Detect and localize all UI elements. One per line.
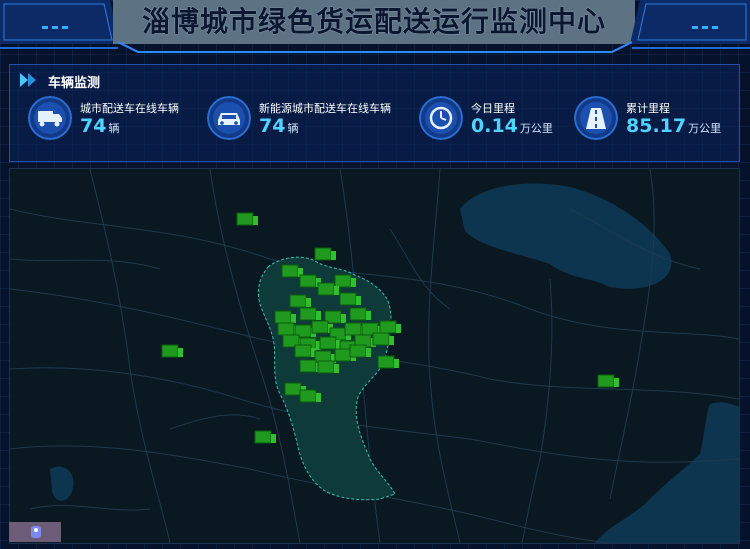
sea-area-south <box>595 402 739 543</box>
stat-value: 85.17 万公里 <box>626 115 722 137</box>
stat-value: 0.14 万公里 <box>471 115 553 137</box>
truck-marker[interactable] <box>379 320 401 334</box>
panel-title-arrow-icon <box>20 73 36 87</box>
truck-marker[interactable] <box>161 344 183 358</box>
stat-value: 74 辆 <box>259 115 299 137</box>
truck-marker[interactable] <box>372 332 394 346</box>
truck-marker[interactable] <box>597 374 619 388</box>
lake <box>50 466 74 501</box>
truck-marker[interactable] <box>314 247 336 261</box>
sea-area-north <box>460 183 672 289</box>
page-title: 淄博城市绿色货运配送运行监测中心 <box>141 5 606 38</box>
stat-online-new-energy-trucks: 新能源城市配送车在线车辆 74 辆 <box>207 96 407 144</box>
header: 淄博城市绿色货运配送运行监测中心 <box>0 0 750 58</box>
truck-marker[interactable] <box>236 212 258 226</box>
car-icon <box>207 96 251 140</box>
truck-marker[interactable] <box>377 355 399 369</box>
header-right-decoration <box>630 0 750 49</box>
truck-icon <box>28 96 72 140</box>
road-icon <box>574 96 618 140</box>
stat-value: 74 辆 <box>80 115 120 137</box>
stat-label: 累计里程 <box>626 102 670 115</box>
logo-icon <box>31 526 41 538</box>
stat-label: 今日里程 <box>471 102 515 115</box>
header-left-decoration <box>0 0 120 49</box>
stat-label: 城市配送车在线车辆 <box>80 102 179 115</box>
stat-label: 新能源城市配送车在线车辆 <box>259 102 391 115</box>
header-underline <box>118 41 632 53</box>
stat-total-mileage: 累计里程 85.17 万公里 <box>574 96 734 144</box>
corner-logo <box>9 522 61 542</box>
map[interactable] <box>9 168 740 544</box>
truck-marker[interactable] <box>254 430 276 444</box>
stat-online-delivery-trucks: 城市配送车在线车辆 74 辆 <box>28 96 208 144</box>
panel-title: 车辆监测 <box>48 76 101 91</box>
stat-today-mileage: 今日里程 0.14 万公里 <box>419 96 569 144</box>
clock-icon <box>419 96 463 140</box>
map-canvas[interactable] <box>10 169 739 543</box>
